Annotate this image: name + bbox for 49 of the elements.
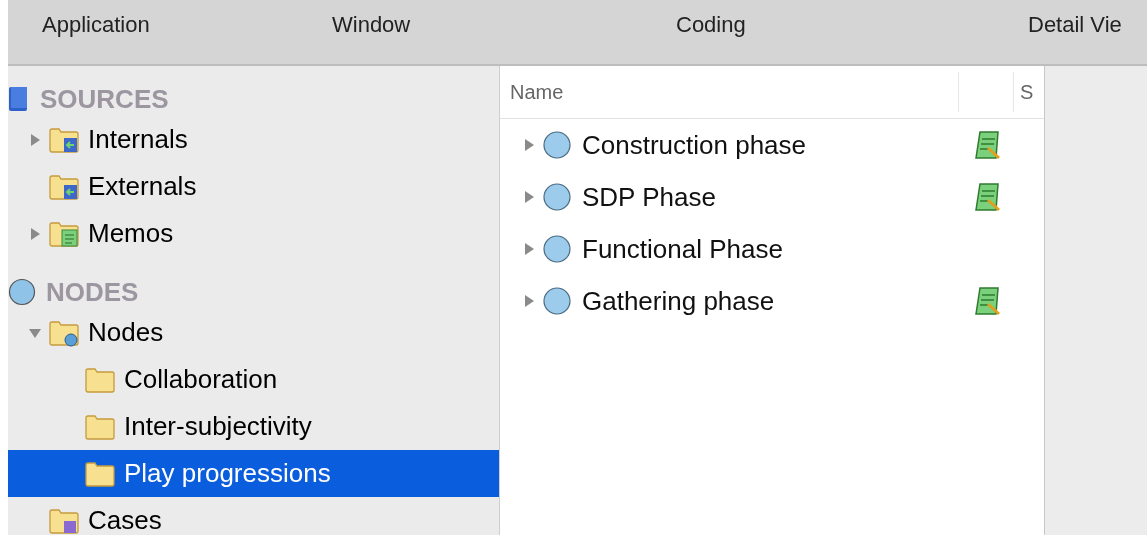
folder-icon	[48, 506, 80, 535]
folder-icon	[48, 318, 80, 347]
collapsed-icon[interactable]	[28, 226, 42, 241]
tree-item[interactable]: Cases	[8, 497, 499, 535]
tree-item[interactable]: Play progressions	[8, 450, 499, 497]
folder-icon	[48, 219, 80, 248]
toolbar-item[interactable]: Coding	[676, 12, 746, 38]
folder-icon	[84, 412, 116, 441]
node-icon	[8, 278, 36, 306]
tree-item[interactable]: Collaboration	[8, 356, 499, 403]
tree-item[interactable]: Memos	[8, 210, 499, 257]
node-name[interactable]: SDP Phase	[582, 181, 972, 213]
collapsed-icon[interactable]	[522, 242, 536, 256]
tree-item[interactable]: Nodes	[8, 309, 499, 356]
collapsed-icon[interactable]	[522, 138, 536, 152]
collapsed-icon[interactable]	[522, 190, 536, 204]
node-icon	[542, 130, 572, 160]
tree-item-label: Cases	[88, 505, 162, 535]
section-header: SOURCES	[40, 83, 169, 115]
section-header: NODES	[46, 276, 139, 308]
node-icon	[542, 234, 572, 264]
toolbar-item[interactable]: Application	[42, 12, 150, 38]
column-header[interactable]: Name	[510, 80, 564, 104]
folder-icon	[84, 365, 116, 394]
folder-icon	[48, 172, 80, 201]
column-header[interactable]: S	[1020, 80, 1034, 104]
folder-icon	[84, 459, 116, 488]
book-icon	[8, 86, 30, 112]
toolbar-item[interactable]: Detail Vie	[1028, 12, 1122, 38]
tree-item-label: Memos	[88, 218, 174, 249]
node-name[interactable]: Construction phase	[582, 129, 972, 161]
tree-item-label: Nodes	[88, 317, 164, 348]
tree-item-label: Externals	[88, 171, 197, 202]
tree-item-label: Internals	[88, 124, 188, 155]
tree-item-label: Inter-subjectivity	[124, 411, 312, 442]
tree-item[interactable]: Internals	[8, 116, 499, 163]
node-name[interactable]: Functional Phase	[582, 233, 972, 265]
tree-item-label: Collaboration	[124, 364, 278, 395]
folder-icon	[48, 125, 80, 154]
tree-item-label: Play progressions	[124, 458, 331, 489]
tree-item[interactable]: Externals	[8, 163, 499, 210]
node-icon	[542, 182, 572, 212]
tree-item[interactable]: Inter-subjectivity	[8, 403, 499, 450]
collapsed-icon[interactable]	[28, 132, 42, 147]
collapsed-icon[interactable]	[522, 294, 536, 308]
list-row[interactable]: Functional Phase	[500, 223, 1044, 275]
node-icon	[542, 286, 572, 316]
node-name[interactable]: Gathering phase	[582, 285, 972, 317]
toolbar-item[interactable]: Window	[332, 12, 411, 38]
